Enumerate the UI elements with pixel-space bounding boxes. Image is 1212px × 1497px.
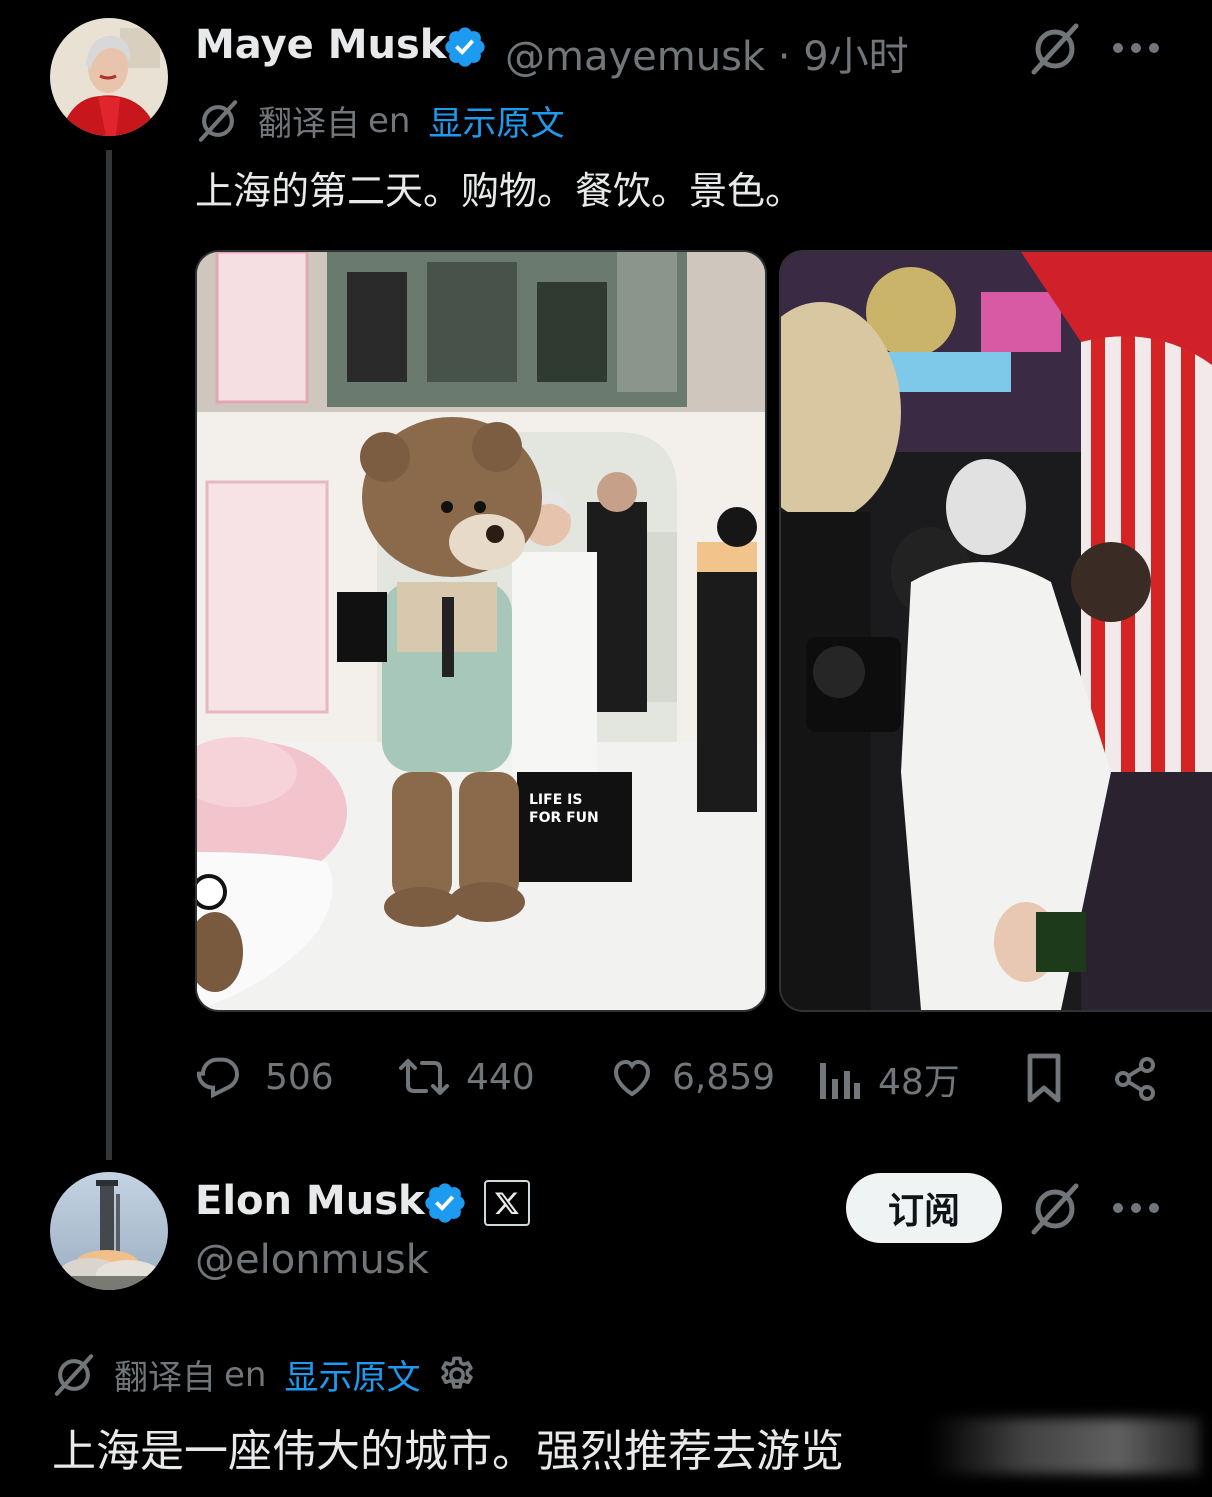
- author-handle[interactable]: @mayemusk: [505, 34, 765, 80]
- bag-text-line-2: FOR FUN: [529, 810, 599, 826]
- grok-icon[interactable]: [1026, 1180, 1084, 1238]
- view-count: 48万: [878, 1062, 960, 1103]
- reply-icon: [197, 1057, 240, 1099]
- translated-from-label: 翻译自: [258, 104, 360, 144]
- post-time[interactable]: 9小时: [803, 34, 908, 80]
- repost-icon: [399, 1059, 449, 1095]
- source-language: en: [368, 100, 411, 141]
- tweet-text: 上海的第二天。购物。餐饮。景色。: [195, 169, 804, 213]
- bag-text-line-1: LIFE IS: [529, 792, 582, 808]
- avatar-maye-musk[interactable]: [50, 18, 168, 136]
- show-original-link[interactable]: 显示原文: [428, 96, 564, 145]
- subscribe-button[interactable]: 订阅: [846, 1173, 1002, 1243]
- author-handle[interactable]: @elonmusk: [195, 1237, 429, 1283]
- more-icon[interactable]: [1110, 1190, 1162, 1226]
- media-image-2[interactable]: [779, 250, 1212, 1012]
- settings-icon[interactable]: [436, 1354, 478, 1396]
- tweet-text: 上海是一座伟大的城市。强烈推荐去游览: [52, 1426, 844, 1477]
- watermark-overlay: [930, 1418, 1200, 1474]
- repost-button[interactable]: 440: [398, 1053, 535, 1101]
- like-icon: [613, 1059, 651, 1097]
- like-count: 6,859: [672, 1056, 776, 1098]
- reply-count: 506: [265, 1056, 334, 1098]
- translation-row: 翻译自 en 显示原文: [196, 96, 564, 145]
- translated-from-label: 翻译自: [114, 1358, 216, 1398]
- verified-badge-icon: [445, 27, 485, 67]
- show-original-link[interactable]: 显示原文: [284, 1350, 420, 1399]
- avatar-elon-musk[interactable]: [50, 1172, 168, 1290]
- media-image-1[interactable]: LIFE IS FOR FUN: [195, 250, 767, 1012]
- views-icon: [820, 1063, 860, 1099]
- author-name[interactable]: Elon Musk: [195, 1178, 425, 1224]
- grok-translate-icon: [198, 99, 238, 142]
- views-button[interactable]: 48万: [816, 1053, 960, 1105]
- grok-icon[interactable]: [1026, 20, 1084, 78]
- dot-separator: ·: [777, 34, 791, 80]
- source-language: en: [224, 1354, 267, 1395]
- bookmark-icon[interactable]: [1018, 1050, 1070, 1106]
- translation-row: 翻译自 en 显示原文: [52, 1350, 478, 1399]
- repost-count: 440: [466, 1056, 535, 1098]
- grok-translate-icon: [54, 1353, 94, 1396]
- thread-connector-line: [106, 150, 112, 1160]
- like-button[interactable]: 6,859: [608, 1053, 775, 1101]
- more-icon[interactable]: [1110, 30, 1162, 66]
- author-name[interactable]: Maye Musk: [195, 22, 446, 68]
- share-icon[interactable]: [1108, 1052, 1162, 1106]
- verified-badge-icon: [425, 1183, 465, 1223]
- reply-button[interactable]: 506: [197, 1053, 334, 1101]
- x-logo-icon[interactable]: [484, 1180, 530, 1226]
